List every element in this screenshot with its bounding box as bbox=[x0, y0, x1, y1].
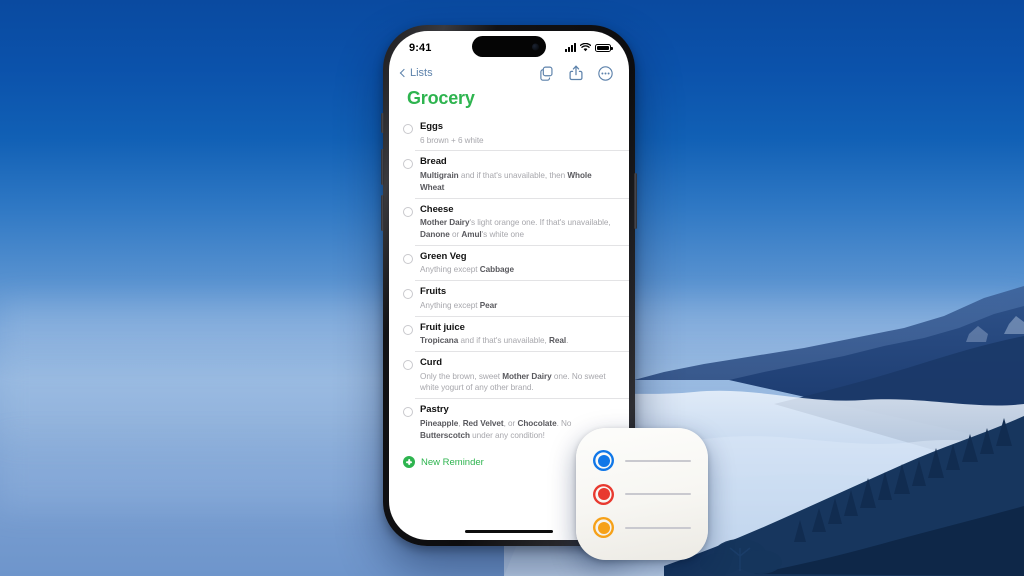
back-button-label: Lists bbox=[410, 67, 433, 79]
reminder-row[interactable]: Bread Multigrain and if that's unavailabl… bbox=[389, 151, 629, 199]
reminder-row[interactable]: Fruits Anything except Pear bbox=[389, 281, 629, 318]
app-icon-priority-dot bbox=[593, 484, 614, 505]
duplicate-icon[interactable] bbox=[539, 66, 554, 81]
reminder-note: Anything except Pear bbox=[420, 300, 498, 310]
home-indicator-bar[interactable] bbox=[465, 529, 553, 533]
reminder-text: Eggs 6 brown + 6 white bbox=[420, 121, 615, 146]
status-bar: 9:41 bbox=[389, 31, 629, 61]
reminder-checkbox-icon[interactable] bbox=[403, 253, 413, 264]
app-icon-priority-dot bbox=[593, 450, 614, 471]
navigation-bar: Lists bbox=[389, 61, 629, 83]
reminder-text: Green Veg Anything except Cabbage bbox=[420, 251, 615, 276]
app-icon-row bbox=[593, 484, 691, 505]
app-icon-row bbox=[593, 450, 691, 471]
reminder-title: Fruits bbox=[420, 286, 447, 298]
reminder-list: Eggs 6 brown + 6 white Bread Multigrain and… bbox=[389, 116, 629, 446]
reminder-note: Anything except Cabbage bbox=[420, 265, 514, 275]
reminder-title: Bread bbox=[420, 156, 447, 168]
reminder-note: Multigrain and if that's unavailable, th… bbox=[420, 171, 592, 192]
reminders-app-icon[interactable] bbox=[576, 428, 708, 560]
app-icon-row bbox=[593, 517, 691, 538]
status-bar-indicators bbox=[565, 40, 613, 52]
wifi-icon bbox=[580, 43, 591, 52]
power-button[interactable] bbox=[634, 173, 637, 229]
new-reminder-label: New Reminder bbox=[421, 456, 484, 468]
reminder-title: Fruit juice bbox=[420, 321, 465, 333]
volume-up-button[interactable] bbox=[381, 149, 384, 185]
reminder-row[interactable]: Fruit juice Tropicana and if that's unava… bbox=[389, 317, 629, 353]
reminder-text: Fruits Anything except Pear bbox=[420, 286, 615, 311]
chevron-left-icon bbox=[399, 68, 409, 78]
reminder-note: Tropicana and if that's unavailable, Rea… bbox=[420, 336, 569, 346]
reminder-text: Fruit juice Tropicana and if that's unava… bbox=[420, 322, 615, 347]
dynamic-island bbox=[472, 36, 546, 57]
reminder-text: Curd Only the brown, sweet Mother Dairy o… bbox=[420, 357, 615, 394]
reminder-checkbox-icon[interactable] bbox=[403, 124, 413, 134]
app-icon-line bbox=[625, 526, 691, 529]
reminder-checkbox-icon[interactable] bbox=[403, 206, 413, 217]
reminder-title: Curd bbox=[420, 357, 442, 368]
cellular-bars-icon bbox=[565, 43, 576, 52]
reminder-row[interactable]: Eggs 6 brown + 6 white bbox=[389, 116, 629, 152]
reminder-row[interactable]: Cheese Mother Dairy's light orange one. I… bbox=[389, 199, 629, 246]
status-bar-time: 9:41 bbox=[409, 41, 432, 54]
reminder-text: Bread Multigrain and if that's unavailabl… bbox=[420, 156, 615, 193]
app-icon-priority-dot bbox=[593, 517, 614, 538]
mute-switch-button[interactable] bbox=[381, 113, 384, 133]
reminder-title: Cheese bbox=[420, 203, 454, 215]
reminder-checkbox-icon[interactable] bbox=[403, 324, 413, 335]
app-icon-line bbox=[625, 459, 691, 462]
share-icon[interactable] bbox=[569, 65, 583, 81]
battery-full-icon bbox=[595, 43, 613, 52]
reminder-checkbox-icon[interactable] bbox=[403, 360, 413, 370]
reminder-note: Only the brown, sweet Mother Dairy one. … bbox=[420, 371, 606, 393]
volume-down-button[interactable] bbox=[381, 195, 384, 231]
app-icon-line bbox=[625, 493, 691, 495]
reminder-note: Mother Dairy's light orange one. If that… bbox=[420, 218, 611, 239]
reminder-row[interactable]: Green Veg Anything except Cabbage bbox=[389, 246, 629, 282]
reminder-title: Pastry bbox=[420, 404, 449, 416]
reminder-checkbox-icon[interactable] bbox=[403, 159, 413, 170]
reminder-note: 6 brown + 6 white bbox=[420, 135, 484, 145]
nav-actions bbox=[539, 65, 613, 81]
reminder-checkbox-icon[interactable] bbox=[403, 407, 413, 418]
list-title: Grocery bbox=[407, 88, 475, 108]
plus-circle-icon bbox=[403, 456, 415, 469]
more-ellipsis-icon[interactable] bbox=[598, 65, 613, 81]
reminder-row[interactable]: Curd Only the brown, sweet Mother Dairy o… bbox=[389, 352, 629, 400]
reminder-title: Green Veg bbox=[420, 250, 467, 262]
back-to-lists-button[interactable]: Lists bbox=[399, 67, 433, 79]
reminder-checkbox-icon[interactable] bbox=[403, 289, 413, 300]
reminder-title: Eggs bbox=[420, 121, 444, 132]
reminder-text: Cheese Mother Dairy's light orange one. I… bbox=[420, 204, 615, 241]
